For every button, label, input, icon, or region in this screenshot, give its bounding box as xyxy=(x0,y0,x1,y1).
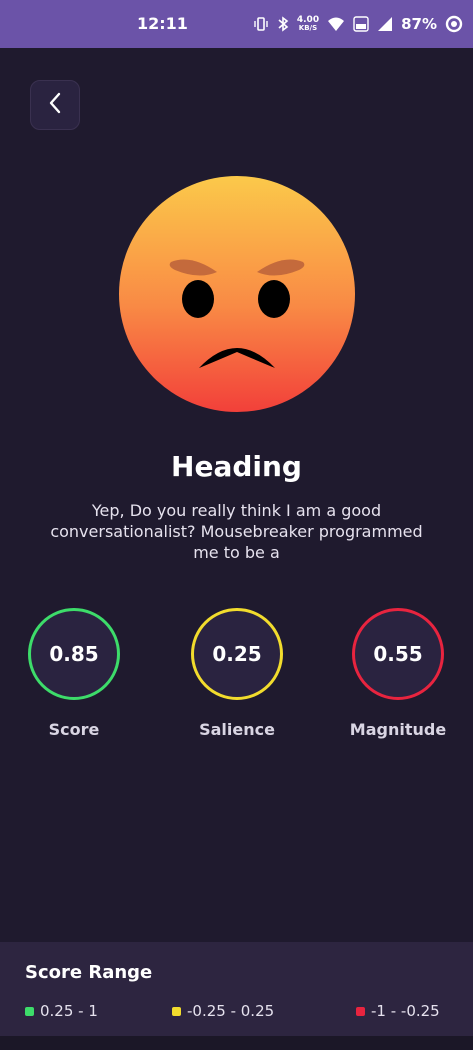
page-title: Heading xyxy=(171,450,302,483)
battery-icon xyxy=(445,15,463,33)
status-time: 12:11 xyxy=(137,14,188,33)
vibrate-icon xyxy=(253,16,269,32)
range-neutral: -0.25 - 0.25 xyxy=(172,1002,274,1020)
score-label: Score xyxy=(48,720,100,739)
status-icons: 4.00 KB/S 87% xyxy=(253,12,463,36)
range-negative-label: -1 - -0.25 xyxy=(371,1002,440,1020)
metric-magnitude: 0.55 Magnitude xyxy=(338,608,458,739)
back-button[interactable] xyxy=(30,80,80,130)
signal-icon xyxy=(377,16,393,32)
range-negative: -1 - -0.25 xyxy=(356,1002,440,1020)
magnitude-value: 0.55 xyxy=(373,642,423,666)
bottom-navigation-strip xyxy=(0,1036,473,1050)
angry-face-icon xyxy=(119,176,355,412)
metric-salience: 0.25 Salience xyxy=(177,608,297,739)
range-positive: 0.25 - 1 xyxy=(25,1002,98,1020)
range-neutral-label: -0.25 - 0.25 xyxy=(187,1002,275,1020)
score-range-title: Score Range xyxy=(25,962,153,983)
yellow-dot-icon xyxy=(172,1006,181,1016)
score-ring: 0.85 xyxy=(28,608,120,700)
battery-percent: 87% xyxy=(401,15,437,33)
salience-value: 0.25 xyxy=(212,642,262,666)
score-range-panel: Score Range 0.25 - 1 -0.25 - 0.25 -1 - -… xyxy=(0,942,473,1036)
status-bar: 12:11 4.00 KB/S 87% xyxy=(0,0,473,48)
magnitude-ring: 0.55 xyxy=(352,608,444,700)
salience-label: Salience xyxy=(199,720,275,739)
chevron-left-icon xyxy=(48,92,62,118)
green-dot-icon xyxy=(25,1006,34,1016)
description-text: Yep, Do you really think I am a good con… xyxy=(50,501,423,562)
wifi-icon xyxy=(327,16,345,32)
salience-ring: 0.25 xyxy=(191,608,283,700)
score-value: 0.85 xyxy=(49,642,99,666)
red-dot-icon xyxy=(356,1006,365,1016)
range-positive-label: 0.25 - 1 xyxy=(40,1002,98,1020)
bluetooth-icon xyxy=(277,16,289,32)
network-speed: 4.00 KB/S xyxy=(296,15,320,32)
magnitude-label: Magnitude xyxy=(349,720,447,739)
volte-icon xyxy=(353,16,369,32)
metric-score: 0.85 Score xyxy=(14,608,134,739)
